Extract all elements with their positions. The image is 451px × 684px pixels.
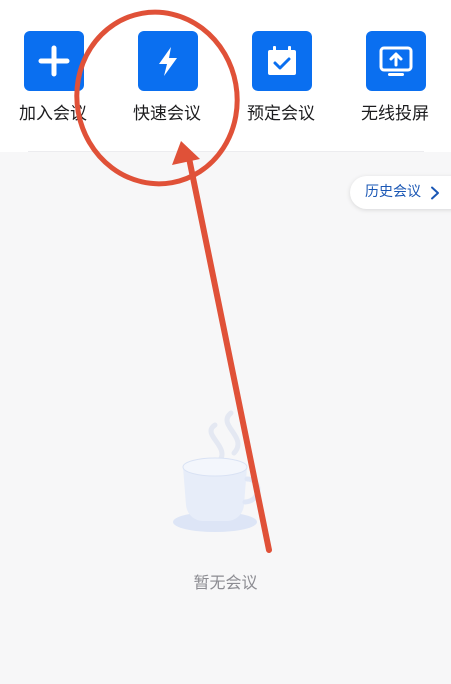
history-meetings-button[interactable]: 历史会议 [350, 176, 451, 209]
empty-state-text: 暂无会议 [193, 573, 258, 592]
chevron-right-icon [431, 186, 439, 200]
lightning-icon [159, 47, 177, 76]
screen-cast-icon [379, 46, 413, 76]
coffee-cup-icon [173, 410, 261, 532]
wireless-cast-tile [366, 31, 426, 91]
history-meetings-label: 历史会议 [365, 184, 421, 200]
join-meeting-tile [24, 31, 84, 91]
section-divider [28, 151, 424, 152]
schedule-meeting-label: 预定会议 [247, 104, 315, 124]
wireless-cast-label: 无线投屏 [361, 104, 429, 124]
join-meeting-label: 加入会议 [19, 104, 87, 124]
quick-meeting-tile [138, 31, 198, 91]
quick-meeting-label: 快速会议 [133, 104, 201, 124]
schedule-meeting-tile [252, 31, 312, 91]
calendar-check-icon [268, 46, 296, 75]
plus-icon [38, 45, 70, 77]
meeting-actions-panel: 加入会议 快速会议 预定会议 无线投屏 [0, 0, 451, 152]
